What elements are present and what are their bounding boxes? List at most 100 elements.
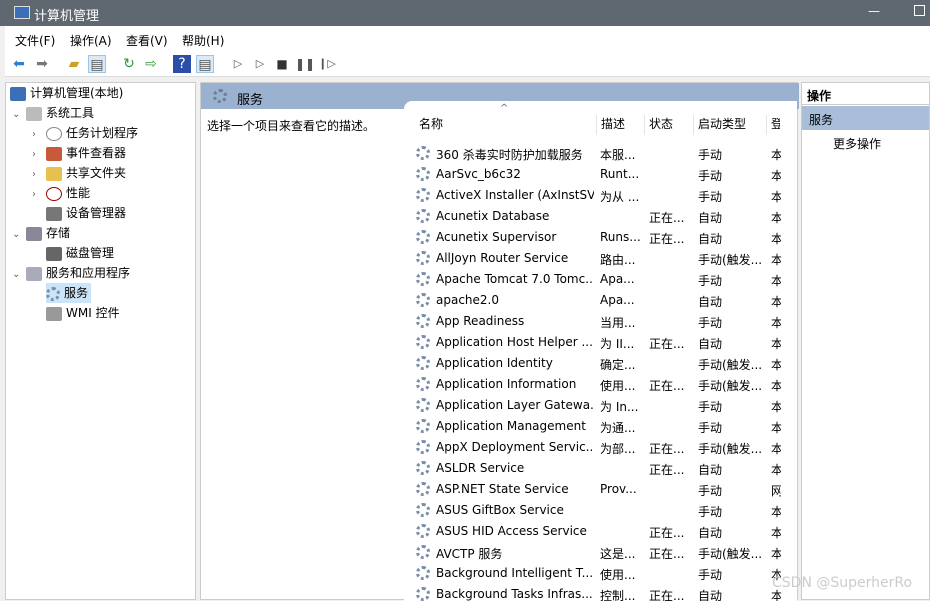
resume-icon[interactable]: ❙▷ <box>318 55 336 73</box>
column-header-description[interactable]: 描述 <box>596 115 625 135</box>
chevron-right-icon[interactable]: › <box>32 165 46 185</box>
service-startup-type: 手动(触发... <box>698 379 763 393</box>
service-logon: 网 <box>771 484 781 498</box>
gear-icon <box>416 167 430 181</box>
table-row[interactable]: ASLDR Service 正在... 自动 本 <box>404 458 784 479</box>
table-row[interactable]: AllJoyn Router Service 路由... 手动(触发... 本 <box>404 248 784 269</box>
tree-item-shared-folders[interactable]: › 共享文件夹 <box>32 163 126 183</box>
pause-icon[interactable]: ❚❚ <box>295 55 315 73</box>
actions-section-services[interactable]: 服务 <box>802 106 929 130</box>
tree-item-storage[interactable]: ⌄ 存储 <box>12 223 70 243</box>
watermark: CSDN @SuperherRo <box>772 575 913 591</box>
up-folder-icon[interactable]: ▰ <box>65 55 83 73</box>
menu-view[interactable]: 查看(V) <box>126 32 168 49</box>
chevron-down-icon[interactable]: ⌄ <box>12 265 26 285</box>
tree-item-computer-management[interactable]: 计算机管理(本地) <box>10 83 123 103</box>
table-row[interactable]: Acunetix Supervisor Runs... 正在... 自动 本 <box>404 227 784 248</box>
refresh-icon[interactable]: ↻ <box>120 55 138 73</box>
service-description: Runt... <box>600 167 640 181</box>
show-action-pane-icon[interactable]: ▤ <box>196 55 214 73</box>
more-actions-link[interactable]: 更多操作 <box>833 135 881 152</box>
tree-item-performance[interactable]: › 性能 <box>32 183 90 203</box>
gear-icon <box>416 587 430 601</box>
computer-icon <box>14 6 30 19</box>
table-row[interactable]: Application Information 使用... 正在... 手动(触… <box>404 374 784 395</box>
column-header-startup-type[interactable]: 启动类型 <box>693 115 746 135</box>
table-row[interactable]: 360 杀毒实时防护加载服务 本服... 手动 本 <box>404 143 784 164</box>
menu-help[interactable]: 帮助(H) <box>182 32 224 49</box>
service-logon: 本 <box>771 232 781 246</box>
service-logon: 本 <box>771 421 781 435</box>
tree-item-wmi-control[interactable]: WMI 控件 <box>46 303 120 323</box>
service-startup-type: 自动 <box>698 337 723 351</box>
column-header-status[interactable]: 状态 <box>644 115 673 135</box>
service-description: 路由... <box>600 253 636 267</box>
table-row[interactable]: Application Layer Gatewa... 为 In... 手动 本 <box>404 395 784 416</box>
actions-pane: 操作 服务 更多操作 <box>801 82 930 600</box>
table-row[interactable]: ASP.NET State Service Prov... 手动 网 <box>404 479 784 500</box>
service-status: 正在... <box>649 337 685 351</box>
table-row[interactable]: ActiveX Installer (AxInstSV) 为从 ... 手动 本 <box>404 185 784 206</box>
help-icon[interactable]: ? <box>173 55 191 73</box>
tree-item-device-manager[interactable]: 设备管理器 <box>46 203 126 223</box>
menu-file[interactable]: 文件(F) <box>15 32 55 49</box>
service-logon: 本 <box>771 358 781 372</box>
table-row[interactable]: Application Host Helper ... 为 II... 正在..… <box>404 332 784 353</box>
tree-item-system-tools[interactable]: ⌄ 系统工具 <box>12 103 94 123</box>
table-row[interactable]: Background Intelligent T... 使用... 手动 本 <box>404 563 784 584</box>
tools-icon <box>26 106 42 121</box>
forward-icon[interactable]: ➡ <box>33 55 51 73</box>
folder-icon <box>46 166 62 181</box>
tree-item-services[interactable]: 服务 <box>46 283 92 303</box>
service-logon: 本 <box>771 316 781 330</box>
export-icon[interactable]: ⇨ <box>142 55 160 73</box>
table-row[interactable]: AVCTP 服务 这是... 正在... 手动(触发... 本 <box>404 542 784 563</box>
chevron-right-icon[interactable]: › <box>32 125 46 145</box>
actions-header: 操作 <box>802 83 929 105</box>
table-row[interactable]: apache2.0 Apa... 自动 本 <box>404 290 784 311</box>
table-row[interactable]: AppX Deployment Servic... 为部... 正在... 手动… <box>404 437 784 458</box>
service-description: Prov... <box>600 482 637 496</box>
chevron-down-icon[interactable]: ⌄ <box>12 105 26 125</box>
tree-item-services-and-apps[interactable]: ⌄ 服务和应用程序 <box>12 263 130 283</box>
show-hide-tree-icon[interactable]: ▤ <box>88 55 106 73</box>
table-row[interactable]: Application Identity 确定... 手动(触发... 本 <box>404 353 784 374</box>
table-row[interactable]: AarSvc_b6c32 Runt... 手动 本 <box>404 164 784 185</box>
service-description: Apa... <box>600 272 635 286</box>
table-row[interactable]: ASUS GiftBox Service 手动 本 <box>404 500 784 521</box>
tree-item-task-scheduler[interactable]: › 任务计划程序 <box>32 123 138 143</box>
services-pane: 服务 选择一个项目来查看它的描述。 ^ 名称 描述 状态 启动类型 登 360 … <box>200 82 799 601</box>
service-logon: 本 <box>771 442 781 456</box>
table-row[interactable]: Acunetix Database 正在... 自动 本 <box>404 206 784 227</box>
minimize-button[interactable]: — <box>868 4 880 18</box>
menu-action[interactable]: 操作(A) <box>70 32 112 49</box>
chevron-down-icon[interactable]: ⌄ <box>12 225 26 245</box>
chevron-right-icon[interactable]: › <box>32 145 46 165</box>
column-header-logon[interactable]: 登 <box>766 115 780 135</box>
table-row[interactable]: ASUS HID Access Service 正在... 自动 本 <box>404 521 784 542</box>
toolbar: ⬅ ➡ ▰ ▤ ↻ ⇨ ? ▤ ▷ ▷ ■ ❚❚ ❙▷ <box>5 52 930 77</box>
service-description: 确定... <box>600 358 636 372</box>
service-name: Acunetix Database <box>436 209 550 223</box>
start-alt-icon[interactable]: ▷ <box>251 55 269 73</box>
stop-icon[interactable]: ■ <box>273 55 291 73</box>
gear-icon <box>416 503 430 517</box>
sort-ascending-icon: ^ <box>500 103 509 114</box>
computer-icon <box>10 86 26 101</box>
column-header-name[interactable]: 名称 <box>419 115 443 135</box>
back-icon[interactable]: ⬅ <box>10 55 28 73</box>
table-row[interactable]: Apache Tomcat 7.0 Tomc... Apa... 手动 本 <box>404 269 784 290</box>
service-description: 为 II... <box>600 337 635 351</box>
start-icon[interactable]: ▷ <box>229 55 247 73</box>
service-name: Application Layer Gatewa... <box>436 398 594 412</box>
table-row[interactable]: App Readiness 当用... 手动 本 <box>404 311 784 332</box>
maximize-button[interactable] <box>914 5 925 16</box>
tree-item-event-viewer[interactable]: › 事件查看器 <box>32 143 126 163</box>
table-row[interactable]: Background Tasks Infras... 控制... 正在... 自… <box>404 584 784 601</box>
table-row[interactable]: Application Management 为通... 手动 本 <box>404 416 784 437</box>
tree-item-disk-management[interactable]: 磁盘管理 <box>46 243 114 263</box>
chevron-right-icon[interactable]: › <box>32 185 46 205</box>
service-startup-type: 手动(触发... <box>698 547 763 561</box>
gear-icon <box>46 286 60 301</box>
gear-icon <box>416 272 430 286</box>
